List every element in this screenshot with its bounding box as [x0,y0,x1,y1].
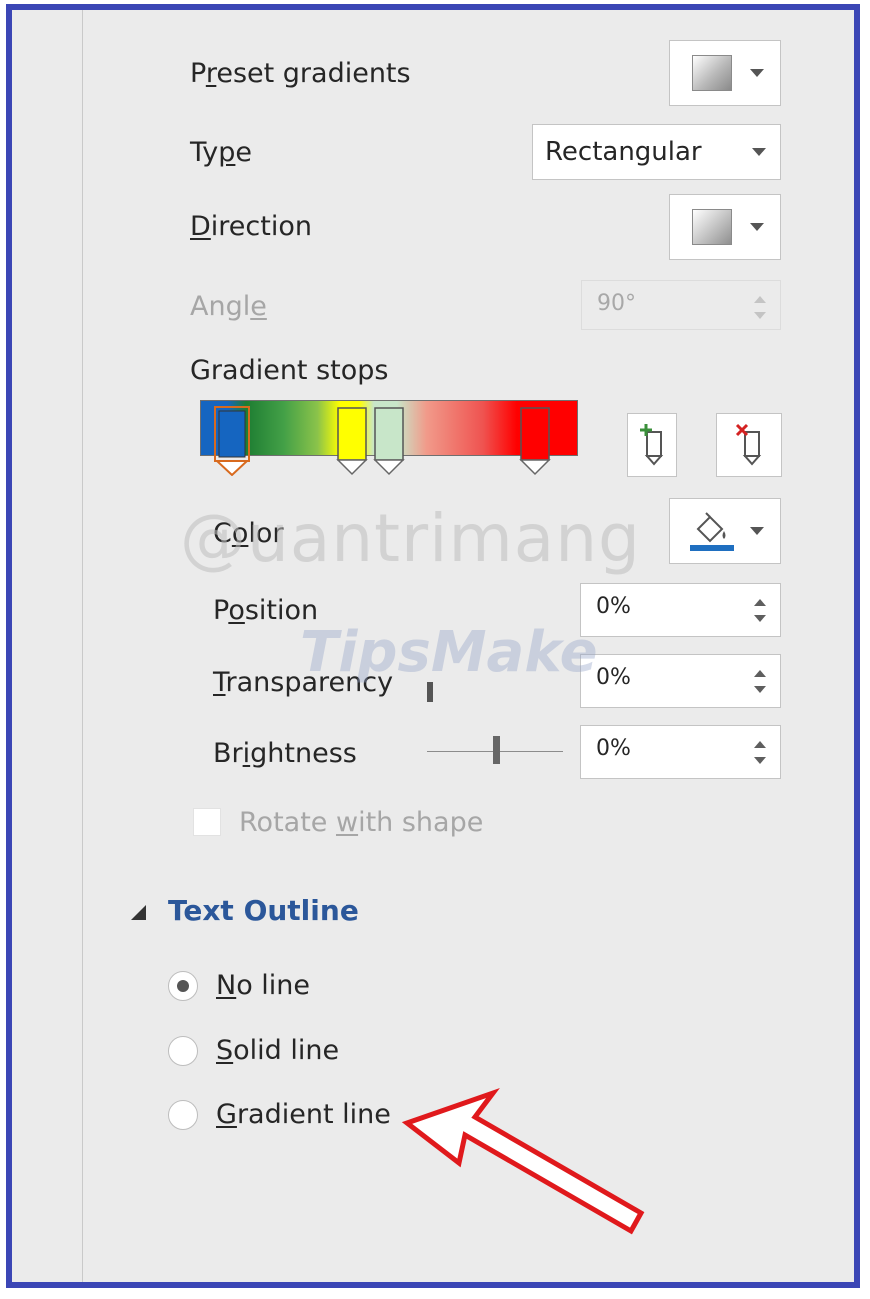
watermark-primary: @uantrimang [180,500,641,577]
add-stop-icon [640,424,664,466]
text-outline-heading[interactable]: Text Outline [168,894,359,927]
brightness-slider-thumb[interactable] [493,736,500,764]
gradient-preview-icon [692,55,732,91]
direction-label: Direction [190,211,312,242]
gradient-stop-4[interactable] [517,406,553,476]
chevron-down-icon [750,527,764,535]
radio-selected-dot [177,980,189,992]
stop-swatch-3 [374,407,404,461]
solid-line-radio[interactable] [168,1036,198,1066]
spin-down-icon[interactable] [754,312,766,319]
chevron-down-icon [750,223,764,231]
no-line-radio[interactable] [168,971,198,1001]
color-dropdown[interactable] [669,498,781,564]
gradient-stop-3[interactable] [371,406,407,476]
spin-up-icon[interactable] [754,741,766,748]
solid-line-label[interactable]: Solid line [216,1035,339,1067]
spin-up-icon[interactable] [754,599,766,606]
add-gradient-stop-button[interactable] [627,413,677,477]
preset-gradients-label: Preset gradients [190,58,411,89]
watermark-secondary: TipsMake [300,620,598,685]
spin-down-icon[interactable] [754,686,766,693]
chevron-down-icon [752,148,766,156]
type-dropdown-value: Rectangular [545,137,702,167]
pane-left-border [82,10,83,1282]
brightness-label: Brightness [213,738,357,769]
preset-gradients-dropdown[interactable] [669,40,781,106]
spin-up-icon[interactable] [754,670,766,677]
gradient-stop-2[interactable] [334,406,370,476]
rotate-with-shape-label: Rotate with shape [239,807,484,838]
transparency-slider-thumb[interactable] [427,682,433,702]
gradient-line-label[interactable]: Gradient line [216,1099,391,1131]
angle-value: 90° [597,291,636,316]
gradient-stop-1[interactable] [214,406,250,476]
angle-label: Angle [190,291,267,322]
spin-down-icon[interactable] [754,615,766,622]
gradient-stops-label: Gradient stops [190,355,389,386]
direction-dropdown[interactable] [669,194,781,260]
fill-color-bar [690,545,734,551]
brightness-value: 0% [596,736,631,761]
collapse-triangle-icon[interactable] [131,905,146,920]
direction-preview-icon [692,209,732,245]
no-line-label[interactable]: No line [216,970,310,1002]
type-dropdown[interactable]: Rectangular [532,124,781,180]
spin-down-icon[interactable] [754,757,766,764]
angle-spinner[interactable]: 90° [581,280,781,330]
gradient-line-radio[interactable] [168,1100,198,1130]
position-spinner[interactable]: 0% [580,583,781,637]
remove-gradient-stop-button[interactable] [716,413,782,477]
transparency-spinner[interactable]: 0% [580,654,781,708]
rotate-with-shape-checkbox[interactable] [193,808,221,836]
spin-up-icon[interactable] [754,296,766,303]
stop-swatch-4 [520,407,550,461]
type-label: Type [190,137,253,168]
brightness-spinner[interactable]: 0% [580,725,781,779]
chevron-down-icon [750,69,764,77]
arrow-pointer-icon [401,1087,645,1235]
stop-swatch-2 [337,407,367,461]
position-value: 0% [596,594,631,619]
transparency-value: 0% [596,665,631,690]
paint-bucket-icon [690,512,734,551]
remove-stop-icon [735,423,762,466]
stop-swatch-1 [218,410,246,458]
